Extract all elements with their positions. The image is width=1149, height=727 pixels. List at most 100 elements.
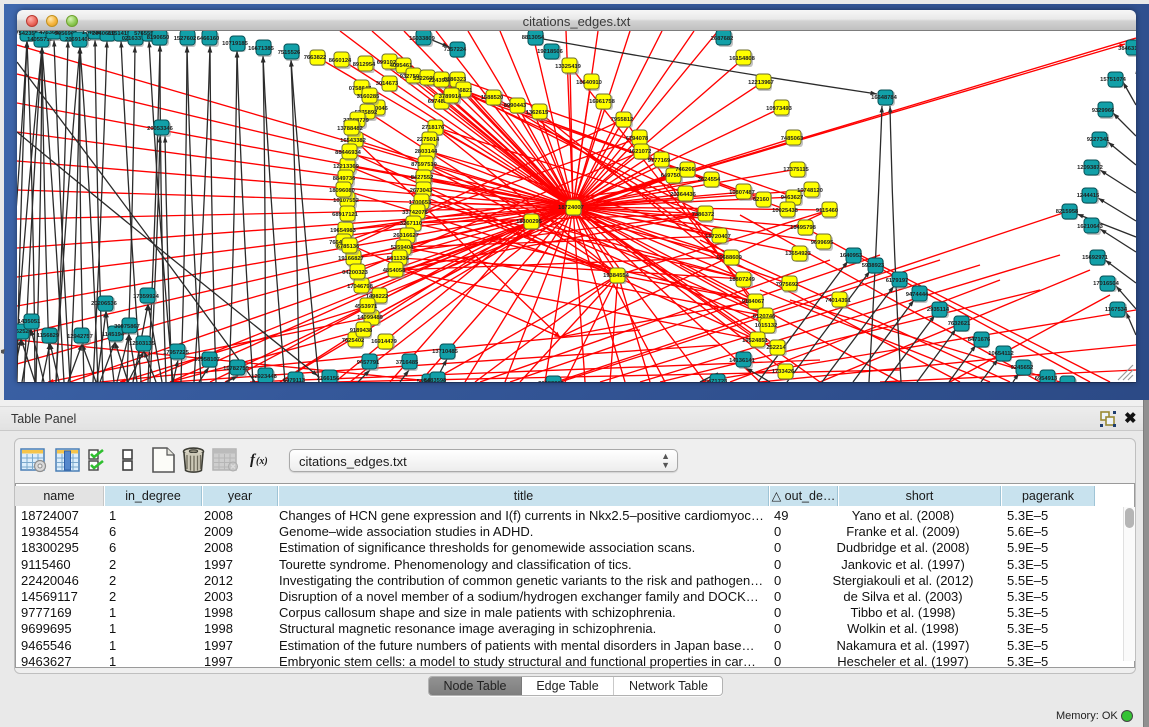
svg-text:1588520: 1588520 (481, 95, 504, 101)
svg-text:15751074: 15751074 (1100, 77, 1127, 83)
svg-text:30975867: 30975867 (114, 324, 140, 330)
svg-text:16648784: 16648784 (871, 95, 898, 101)
svg-text:3789914: 3789914 (439, 94, 462, 100)
svg-text:16671385: 16671385 (248, 46, 275, 52)
svg-text:1015132: 1015132 (755, 323, 778, 329)
svg-text:8912954: 8912954 (353, 62, 376, 68)
svg-text:(x): (x) (256, 456, 268, 467)
svg-text:1527602: 1527602 (174, 36, 197, 42)
svg-text:252214: 252214 (766, 345, 786, 351)
svg-text:19384554: 19384554 (603, 273, 630, 279)
svg-text:5311336: 5311336 (387, 256, 410, 262)
svg-text:10807487: 10807487 (729, 190, 755, 196)
svg-text:6794078: 6794078 (626, 136, 649, 142)
svg-text:13325419: 13325419 (555, 64, 582, 70)
svg-text:7632621: 7632621 (948, 321, 971, 327)
svg-text:9329966: 9329966 (1092, 108, 1115, 114)
svg-text:19654983: 19654983 (330, 228, 357, 234)
svg-text:33742078: 33742078 (402, 210, 429, 216)
svg-text:4553971: 4553971 (355, 304, 378, 310)
svg-text:15720407: 15720407 (705, 234, 731, 240)
svg-text:10958107: 10958107 (194, 357, 220, 363)
svg-text:18495798: 18495798 (790, 225, 817, 231)
svg-text:9115460: 9115460 (816, 208, 838, 214)
svg-text:16782759: 16782759 (223, 366, 250, 372)
svg-text:8190650: 8190650 (147, 35, 170, 41)
svg-text:1733426: 1733426 (772, 369, 795, 375)
svg-text:18640910: 18640910 (576, 80, 602, 86)
svg-text:9457791: 9457791 (357, 360, 380, 366)
svg-text:10973493: 10973493 (766, 106, 793, 112)
svg-text:12923448: 12923448 (251, 374, 278, 380)
svg-text:10654112: 10654112 (988, 351, 1013, 357)
svg-text:26316627: 26316627 (393, 233, 419, 239)
svg-text:17016504: 17016504 (1093, 281, 1120, 287)
svg-text:746266: 746266 (675, 167, 695, 173)
svg-text:7975692: 7975692 (776, 282, 799, 288)
svg-text:12942757: 12942757 (67, 334, 93, 340)
svg-text:2673043: 2673043 (410, 188, 433, 194)
svg-text:6179197: 6179197 (886, 278, 909, 284)
svg-text:3160285: 3160285 (357, 94, 380, 100)
svg-text:8990443: 8990443 (504, 103, 527, 109)
svg-text:29383903: 29383903 (538, 381, 565, 382)
svg-text:2718176: 2718176 (422, 125, 445, 131)
svg-text:04200323: 04200323 (342, 270, 369, 276)
svg-text:2687682: 2687682 (711, 36, 734, 42)
svg-text:16154808: 16154808 (729, 56, 756, 62)
svg-text:10719185: 10719185 (222, 41, 249, 47)
svg-text:13788482: 13788482 (337, 126, 363, 132)
svg-text:8813054: 8813054 (522, 35, 545, 41)
svg-text:3716485: 3716485 (396, 360, 419, 366)
svg-text:9184067: 9184067 (742, 299, 765, 305)
svg-text:1244415: 1244415 (1077, 193, 1100, 199)
svg-text:6466160: 6466160 (197, 36, 220, 42)
svg-text:8483598: 8483598 (424, 378, 447, 382)
svg-text:18724007: 18724007 (558, 205, 584, 211)
svg-text:9474444: 9474444 (906, 292, 929, 298)
svg-text:8849736: 8849736 (333, 176, 356, 182)
svg-text:8471676: 8471676 (968, 337, 991, 343)
svg-text:16033809: 16033809 (409, 36, 436, 42)
svg-text:88446934: 88446934 (335, 150, 362, 156)
svg-text:9227341: 9227341 (1087, 137, 1110, 143)
svg-text:9463627: 9463627 (781, 195, 804, 201)
svg-text:3267110: 3267110 (400, 221, 422, 227)
svg-text:17957225: 17957225 (163, 350, 190, 356)
svg-text:20364436: 20364436 (670, 192, 697, 198)
svg-text:1621072: 1621072 (629, 149, 652, 155)
svg-text:8215958: 8215958 (1056, 209, 1079, 215)
svg-text:18807249: 18807249 (729, 277, 756, 283)
svg-text:2275014: 2275014 (417, 137, 440, 143)
svg-text:4854058: 4854058 (383, 268, 406, 274)
svg-text:15692971: 15692971 (1082, 255, 1109, 261)
svg-text:10748120: 10748120 (797, 188, 823, 194)
svg-text:6079113: 6079113 (283, 378, 306, 382)
svg-text:7386372: 7386372 (692, 212, 715, 218)
svg-text:2166156: 2166156 (317, 376, 340, 382)
svg-text:3624554: 3624554 (698, 177, 721, 183)
svg-text:7515526: 7515526 (278, 50, 301, 56)
svg-text:87597510: 87597510 (411, 162, 437, 168)
svg-text:2935114: 2935114 (927, 307, 950, 313)
svg-text:17046798: 17046798 (347, 284, 374, 290)
svg-text:20053346: 20053346 (147, 126, 174, 132)
svg-text:9189438: 9189438 (350, 328, 373, 334)
svg-text:9699695: 9699695 (811, 240, 834, 246)
svg-text:16914479: 16914479 (371, 339, 398, 345)
svg-text:19218506: 19218506 (537, 49, 564, 55)
svg-text:7955812: 7955812 (611, 117, 634, 123)
svg-text:3014673: 3014673 (376, 81, 399, 87)
svg-text:17359924: 17359924 (133, 294, 160, 300)
svg-text:19524851: 19524851 (742, 338, 769, 344)
svg-text:14099489: 14099489 (357, 315, 384, 321)
svg-text:1156829: 1156829 (37, 333, 60, 339)
svg-text:10025438: 10025438 (772, 208, 799, 214)
svg-text:8427552: 8427552 (411, 175, 434, 181)
svg-text:2803144: 2803144 (415, 149, 438, 155)
svg-text:14136141: 14136141 (729, 358, 756, 364)
svg-text:16210643: 16210643 (1077, 224, 1104, 230)
svg-text:1362615: 1362615 (526, 110, 549, 116)
svg-text:18096080: 18096080 (329, 188, 355, 194)
svg-text:20691406: 20691406 (65, 37, 92, 43)
